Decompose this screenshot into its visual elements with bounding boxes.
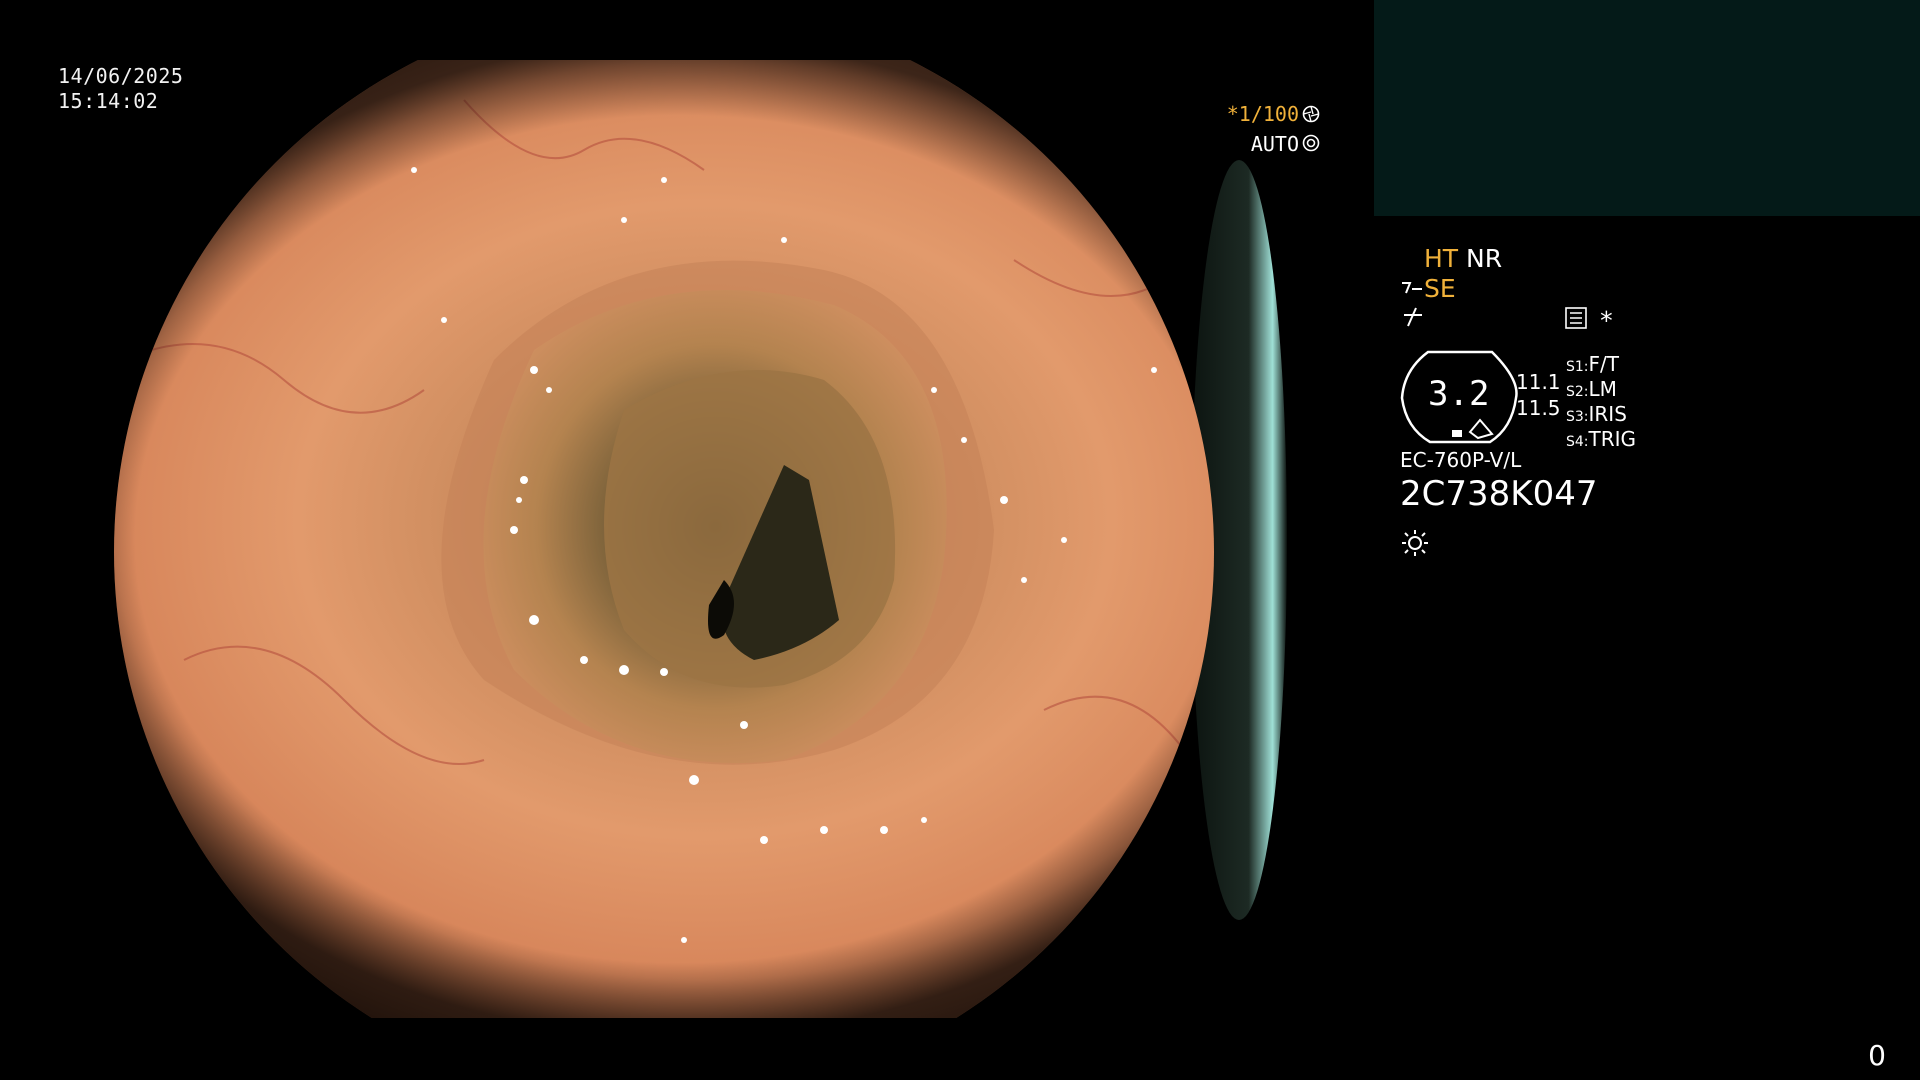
- shutter-speed: *1/100: [1226, 102, 1299, 126]
- se-row: SE: [1400, 274, 1456, 303]
- iris-mode: AUTO: [1250, 131, 1299, 156]
- tilde-slash-icon: [1402, 306, 1424, 332]
- aperture-icon: [1302, 102, 1320, 130]
- auto-iris-icon: [1302, 131, 1320, 159]
- iris-mode-row: AUTO: [1227, 130, 1320, 160]
- image-counter: 0: [1868, 1039, 1886, 1072]
- reading-1: 11.1: [1516, 370, 1561, 394]
- datetime: 14/06/2025 15:14:02: [58, 64, 183, 114]
- keypad-icon: [1565, 307, 1587, 333]
- endoscope-view: [64, 60, 1296, 1018]
- brightness-icon: [1400, 528, 1430, 562]
- keypad-row: *: [1565, 306, 1613, 335]
- shutter-info: *1/100 AUTO: [1227, 100, 1320, 159]
- date-text: 14/06/2025: [58, 64, 184, 88]
- pip-thumbnail: [1374, 0, 1920, 216]
- nr-label: NR: [1466, 244, 1503, 273]
- switch-s1: S1:F/T: [1566, 352, 1619, 376]
- switch-s3: S3:IRIS: [1566, 402, 1627, 426]
- time-text: 15:14:02: [58, 89, 159, 113]
- ht-label: HT: [1424, 244, 1459, 273]
- shutter-speed-row: *1/100: [1227, 100, 1320, 130]
- se-label: SE: [1424, 274, 1456, 303]
- scope-serial: 2C738K047: [1400, 474, 1598, 514]
- endoscope-image: [114, 60, 1287, 1018]
- star-label: *: [1600, 306, 1613, 335]
- scope-model: EC-760P-V/L: [1400, 448, 1522, 472]
- ht-nr-row: HT NR: [1424, 244, 1502, 273]
- gauge-value: 3.2: [1428, 374, 1490, 414]
- switch-s4: S4:TRIG: [1566, 427, 1637, 451]
- reading-2: 11.5: [1516, 396, 1561, 420]
- switch-s2: S2:LM: [1566, 377, 1617, 401]
- scope-hook-icon: [1400, 274, 1424, 303]
